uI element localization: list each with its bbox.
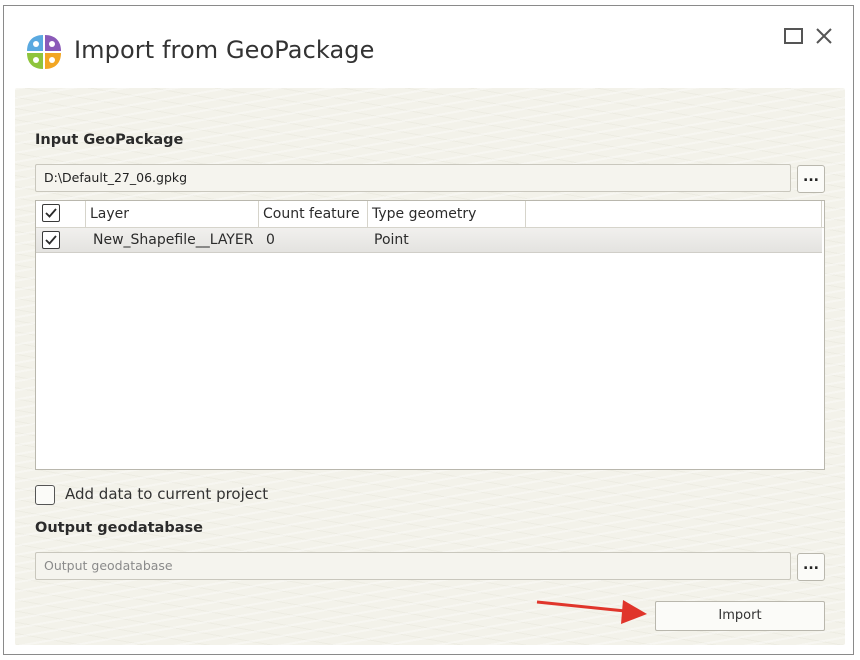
layers-grid: Layer Count feature Type geometry New_Sh…: [35, 200, 825, 470]
add-to-project-checkbox[interactable]: [35, 485, 55, 505]
checkmark-icon: [45, 235, 57, 245]
annotation-arrow-icon: [536, 600, 647, 624]
row-checkbox[interactable]: [42, 231, 60, 249]
layer-name-cell: New_Shapefile__LAYER: [93, 232, 254, 248]
column-header-layer[interactable]: Layer: [86, 201, 259, 227]
close-icon[interactable]: [812, 24, 836, 48]
import-dialog: Import from GeoPackage Input GeoPackage …: [3, 5, 854, 655]
browse-output-button[interactable]: ...: [797, 553, 825, 581]
browse-geopackage-button[interactable]: ...: [797, 165, 825, 193]
window-title: Import from GeoPackage: [74, 36, 375, 64]
checkmark-icon: [45, 208, 57, 218]
output-geodatabase-label: Output geodatabase: [35, 520, 203, 536]
output-geodatabase-field[interactable]: Output geodatabase: [35, 552, 791, 580]
app-logo-icon: [27, 35, 61, 69]
table-row[interactable]: New_Shapefile__LAYER 0 Point: [36, 228, 822, 253]
input-geopackage-label: Input GeoPackage: [35, 132, 184, 148]
geopackage-path-field[interactable]: D:\Default_27_06.gpkg: [35, 164, 791, 192]
content-panel: Input GeoPackage D:\Default_27_06.gpkg .…: [15, 88, 845, 645]
import-button[interactable]: Import: [655, 601, 825, 631]
grid-header: Layer Count feature Type geometry: [36, 201, 824, 228]
select-all-cell: [36, 201, 86, 227]
title-bar: Import from GeoPackage: [4, 6, 853, 88]
geometry-type-cell: Point: [374, 232, 409, 248]
column-header-count[interactable]: Count feature: [259, 201, 368, 227]
maximize-icon[interactable]: [782, 24, 806, 48]
column-header-type[interactable]: Type geometry: [368, 201, 526, 227]
select-all-checkbox[interactable]: [42, 204, 60, 222]
count-cell: 0: [266, 232, 275, 248]
column-header-filler: [526, 201, 822, 227]
add-to-project-label[interactable]: Add data to current project: [65, 485, 268, 503]
